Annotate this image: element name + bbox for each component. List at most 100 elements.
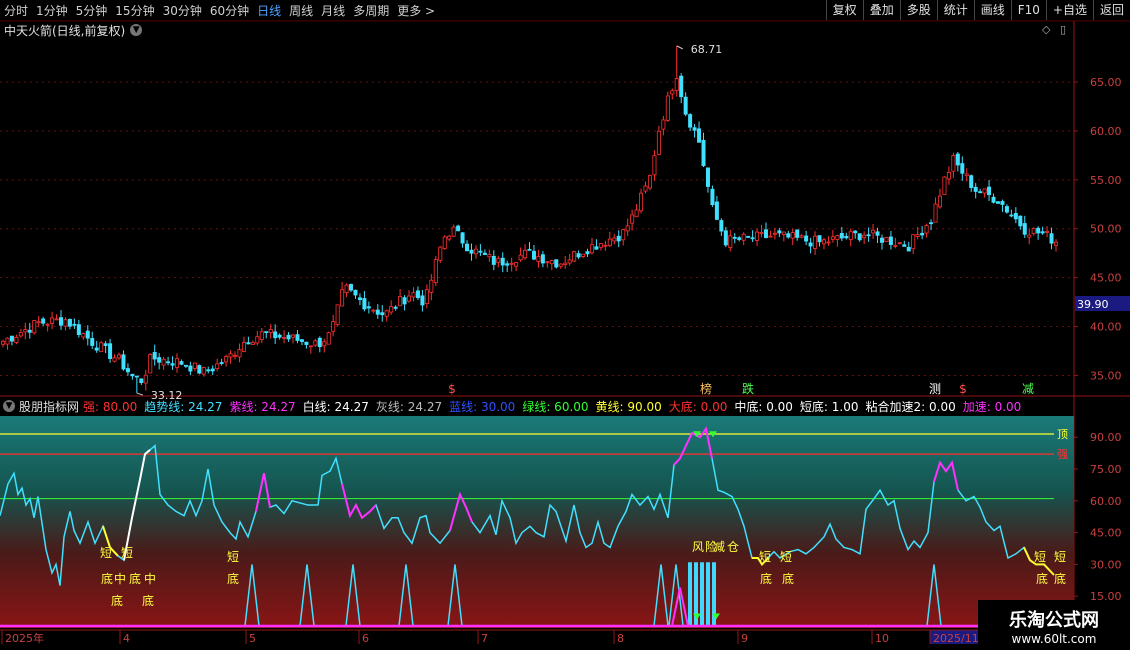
candle-body bbox=[844, 235, 849, 239]
current-price-label: 39.90 bbox=[1077, 298, 1109, 311]
low-marker bbox=[136, 392, 144, 396]
candle-body bbox=[32, 320, 37, 334]
candle-body bbox=[415, 290, 420, 299]
xaxis-label: 8 bbox=[617, 632, 624, 645]
candle-body bbox=[540, 254, 545, 264]
indicator-annotation: 底 bbox=[760, 571, 772, 586]
chart-canvas[interactable]: ◇ ▯ 65.00 60.00 55.00 50.00 45.00 40.00 35.00 39.… bbox=[0, 0, 1130, 650]
candle-body bbox=[688, 114, 693, 128]
indicator-annotation: 底 bbox=[1054, 571, 1066, 586]
candle-body bbox=[772, 232, 777, 235]
candle-body bbox=[786, 233, 791, 238]
candle-body bbox=[264, 331, 269, 333]
xaxis-label: 2025年 bbox=[5, 631, 44, 645]
candle-body bbox=[581, 253, 586, 257]
xaxis-label: 2025/11/ bbox=[933, 632, 983, 645]
indicator-annotation: 短 bbox=[121, 546, 133, 560]
candle-body bbox=[589, 244, 594, 254]
candle-body bbox=[679, 75, 684, 98]
candle-body bbox=[830, 236, 835, 240]
indicator-annotation: 短 bbox=[227, 550, 239, 564]
price-tick-label: 40.00 bbox=[1090, 321, 1122, 334]
candle-body bbox=[81, 333, 86, 338]
candle-body bbox=[250, 342, 255, 345]
signal-marker: 榜 bbox=[700, 381, 712, 396]
candle-body bbox=[946, 171, 951, 180]
candle-body bbox=[545, 261, 550, 264]
candle-body bbox=[411, 292, 416, 298]
indicator-annotation: 减 bbox=[713, 540, 725, 554]
candle-body bbox=[951, 155, 956, 172]
candle-body bbox=[911, 234, 916, 250]
indicator-annotation: 仓 bbox=[727, 540, 739, 554]
window-icon: ▯ bbox=[1060, 23, 1066, 36]
candle-body bbox=[112, 357, 117, 362]
watermark-url: www.60lt.com bbox=[1011, 632, 1097, 646]
candle-body bbox=[268, 329, 273, 334]
candle-body bbox=[920, 232, 925, 236]
candle-body bbox=[384, 310, 389, 317]
candle-body bbox=[563, 262, 568, 265]
candle-body bbox=[955, 153, 960, 166]
candle-body bbox=[179, 361, 184, 365]
candle-body bbox=[647, 175, 652, 189]
candle-body bbox=[505, 263, 510, 266]
candle-body bbox=[723, 230, 728, 246]
candle-body bbox=[634, 209, 639, 218]
candle-body bbox=[652, 155, 657, 176]
candle-body bbox=[59, 317, 64, 326]
candle-body bbox=[973, 186, 978, 192]
diamond-icon: ◇ bbox=[1042, 23, 1051, 36]
indicator-annotation: 中 bbox=[144, 571, 156, 586]
candle-body bbox=[349, 284, 354, 291]
candle-body bbox=[197, 365, 202, 374]
candle-body bbox=[139, 378, 144, 384]
candle-body bbox=[18, 332, 23, 337]
candle-body bbox=[768, 235, 773, 238]
candle-body bbox=[241, 341, 246, 352]
candle-body bbox=[1018, 215, 1023, 227]
candle-body bbox=[1040, 231, 1045, 234]
candle-body bbox=[366, 306, 371, 309]
price-tick-label: 55.00 bbox=[1090, 174, 1122, 187]
candle-body bbox=[509, 262, 514, 265]
candle-body bbox=[326, 332, 331, 345]
candle-body bbox=[478, 250, 483, 253]
bar-column bbox=[688, 562, 692, 626]
candle-body bbox=[398, 296, 403, 307]
price-tick-label: 35.00 bbox=[1090, 369, 1122, 382]
candle-body bbox=[759, 232, 764, 234]
indicator-annotation: 风 bbox=[692, 540, 704, 554]
candle-body bbox=[277, 334, 282, 338]
indicator-annotation: 底 bbox=[142, 593, 154, 608]
candle-body bbox=[987, 186, 992, 196]
candle-body bbox=[576, 253, 581, 258]
signal-marker: 测 bbox=[929, 382, 941, 396]
candle-body bbox=[1054, 241, 1059, 246]
candle-body bbox=[674, 78, 679, 91]
bar-column bbox=[706, 562, 710, 626]
top-label: 顶 bbox=[1057, 428, 1068, 441]
candle-body bbox=[567, 259, 572, 264]
candle-body bbox=[1000, 201, 1005, 205]
candle-body bbox=[157, 357, 162, 363]
signal-marker: 跌 bbox=[742, 381, 754, 396]
candle-body bbox=[1045, 230, 1050, 233]
candle-body bbox=[362, 298, 367, 310]
signal-marker: $ bbox=[959, 382, 967, 396]
candle-body bbox=[282, 336, 287, 339]
candle-body bbox=[76, 324, 81, 335]
price-tick-label: 50.00 bbox=[1090, 223, 1122, 236]
low-label: 33.12 bbox=[151, 389, 183, 402]
candle-body bbox=[143, 374, 148, 384]
candle-body bbox=[295, 334, 300, 341]
indicator-annotation: 底 bbox=[101, 571, 113, 586]
candle-body bbox=[1013, 213, 1018, 220]
candle-body bbox=[125, 368, 130, 373]
candle-body bbox=[933, 203, 938, 223]
candle-body bbox=[393, 306, 398, 309]
candle-body bbox=[853, 230, 858, 234]
candle-body bbox=[219, 362, 224, 364]
candle-body bbox=[210, 368, 215, 372]
candle-body bbox=[380, 312, 385, 316]
